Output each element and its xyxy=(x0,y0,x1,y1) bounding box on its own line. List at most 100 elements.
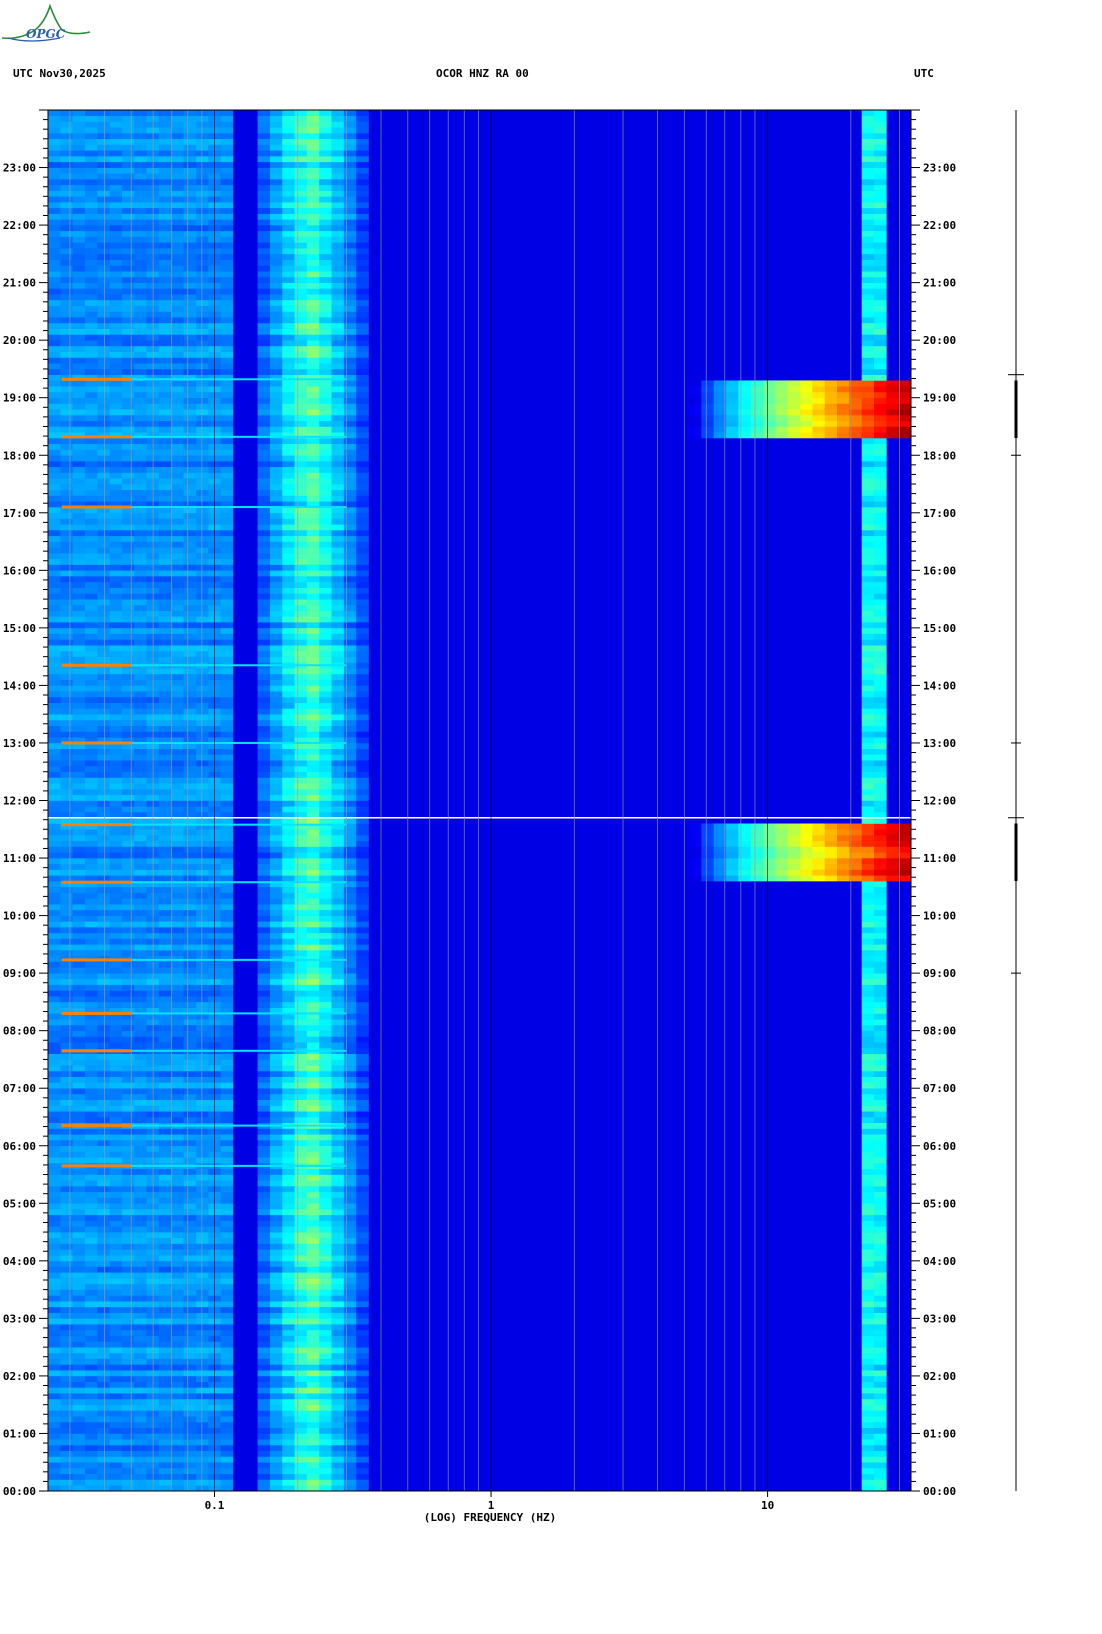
heatmap-cell xyxy=(294,1099,308,1106)
heatmap-cell xyxy=(331,1335,345,1342)
heatmap-cell xyxy=(72,1479,86,1486)
heatmap-cell xyxy=(109,708,123,715)
heatmap-cell xyxy=(343,869,357,876)
heatmap-cell xyxy=(134,604,147,611)
heatmap-cell xyxy=(60,921,73,928)
heatmap-cell xyxy=(294,1220,308,1227)
heatmap-cell xyxy=(861,748,875,755)
heatmap-cell xyxy=(109,1088,123,1095)
heatmap-cell xyxy=(60,1341,73,1348)
heatmap-cell xyxy=(257,1082,271,1089)
heatmap-cell xyxy=(294,777,308,784)
heatmap-cell xyxy=(183,1272,197,1279)
heatmap-cell xyxy=(356,1462,369,1469)
heatmap-cell xyxy=(356,553,369,560)
heatmap-cell xyxy=(171,1387,184,1394)
heatmap-cell xyxy=(257,1278,271,1285)
heatmap-cell xyxy=(60,1462,73,1469)
heatmap-cell xyxy=(331,1220,345,1227)
heatmap-cell xyxy=(171,708,184,715)
heatmap-cell xyxy=(306,484,320,491)
heatmap-cell xyxy=(282,1186,295,1193)
heatmap-cell xyxy=(356,547,369,554)
heatmap-cell xyxy=(306,1324,320,1331)
heatmap-cell xyxy=(97,541,110,548)
heatmap-cell xyxy=(171,1180,184,1187)
heatmap-cell xyxy=(109,1001,123,1008)
heatmap-cell xyxy=(72,1030,86,1037)
heatmap-cell xyxy=(294,1421,308,1428)
heatmap-cell xyxy=(121,996,135,1003)
heatmap-cell xyxy=(837,835,850,842)
heatmap-cell xyxy=(294,1444,308,1452)
heatmap-cell xyxy=(195,973,209,980)
heatmap-cell xyxy=(158,990,172,997)
heatmap-cell xyxy=(84,564,98,571)
heatmap-cell xyxy=(48,881,61,888)
heatmap-cell xyxy=(48,668,61,675)
heatmap-cell xyxy=(158,576,172,583)
heatmap-cell xyxy=(787,858,801,865)
heatmap-cell xyxy=(195,1433,209,1440)
heatmap-cell xyxy=(158,616,172,623)
heatmap-cell xyxy=(874,788,887,796)
heatmap-cell xyxy=(874,1134,887,1141)
heatmap-cell xyxy=(72,1168,86,1175)
heatmap-cell xyxy=(183,932,197,939)
heatmap-cell xyxy=(220,771,234,778)
heatmap-cell xyxy=(874,616,887,623)
heatmap-cell xyxy=(97,984,110,991)
heatmap-cell xyxy=(84,858,98,865)
heatmap-cell xyxy=(269,955,283,962)
heatmap-cell xyxy=(331,489,345,496)
heatmap-cell xyxy=(72,1214,86,1221)
heatmap-cell xyxy=(183,904,197,911)
heatmap-cell xyxy=(319,639,332,646)
heatmap-cell xyxy=(195,967,209,974)
heatmap-cell xyxy=(60,1289,73,1296)
heatmap-cell xyxy=(195,1070,209,1077)
heatmap-cell xyxy=(294,898,308,905)
heatmap-cell xyxy=(269,1237,283,1244)
heatmap-cell xyxy=(220,1151,234,1158)
heatmap-cell xyxy=(134,1301,147,1308)
heatmap-cell xyxy=(306,898,320,905)
heatmap-cell xyxy=(874,1358,887,1365)
heatmap-cell xyxy=(183,1134,197,1141)
heatmap-cell xyxy=(319,616,332,623)
heatmap-cell xyxy=(356,881,369,888)
heatmap-cell xyxy=(109,1116,123,1124)
heatmap-cell xyxy=(97,599,110,606)
heatmap-cell xyxy=(886,863,899,870)
heatmap-cell xyxy=(171,455,184,462)
heatmap-cell xyxy=(257,1341,271,1348)
heatmap-cell xyxy=(874,1214,887,1221)
heatmap-cell xyxy=(195,633,209,640)
heatmap-cell xyxy=(294,765,308,773)
heatmap-cell xyxy=(343,892,357,899)
heatmap-cell xyxy=(183,587,197,594)
heatmap-cell xyxy=(861,1140,875,1147)
heatmap-cell xyxy=(282,996,295,1003)
heatmap-cell xyxy=(220,1237,234,1244)
heatmap-cell xyxy=(306,1370,320,1377)
heatmap-cell xyxy=(97,1324,110,1331)
heatmap-cell xyxy=(269,622,283,629)
heatmap-cell xyxy=(84,645,98,652)
heatmap-cell xyxy=(121,518,135,525)
heatmap-cell xyxy=(282,777,295,784)
heatmap-cell xyxy=(121,967,135,974)
heatmap-cell xyxy=(356,1209,369,1216)
heatmap-cell xyxy=(72,576,86,583)
heatmap-cell xyxy=(195,1024,209,1031)
heatmap-cell xyxy=(282,1421,295,1428)
heatmap-cell xyxy=(319,1226,332,1233)
heatmap-cell xyxy=(306,461,320,468)
heatmap-cell xyxy=(874,673,887,680)
heatmap-cell xyxy=(331,581,345,588)
heatmap-cell xyxy=(97,1019,110,1026)
heatmap-cell xyxy=(343,1001,357,1008)
heatmap-cell xyxy=(269,858,283,865)
heatmap-cell xyxy=(343,1416,357,1423)
heatmap-cell xyxy=(319,1358,332,1365)
